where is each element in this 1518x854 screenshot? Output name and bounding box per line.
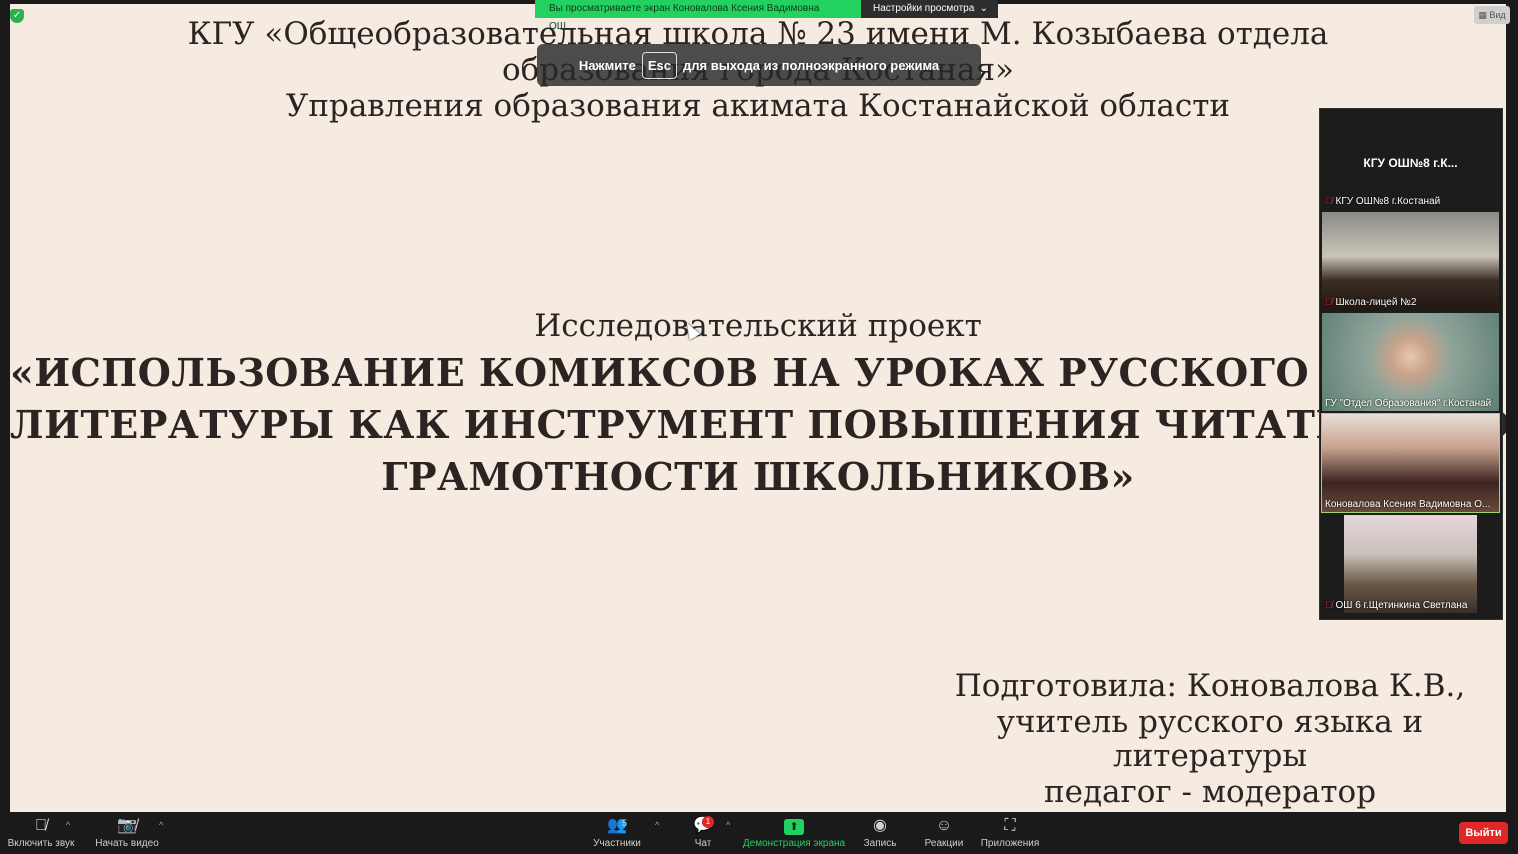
- participant-tile[interactable]: ГУ "Отдел Образования" г.Костанай: [1322, 313, 1499, 411]
- project-title-line-1: «ИСПОЛЬЗОВАНИЕ КОМИКСОВ НА УРОКАХ РУССКО…: [10, 350, 1506, 395]
- record-label: Запись: [863, 838, 897, 849]
- reactions-button[interactable]: ☺ Реакции: [920, 816, 968, 850]
- apps-button[interactable]: ⛶ Приложения: [978, 816, 1042, 850]
- audio-options-caret-icon[interactable]: ^: [66, 820, 70, 830]
- record-button[interactable]: ◉ Запись: [860, 816, 900, 850]
- share-screen-label: Демонстрация экрана: [742, 838, 846, 849]
- participant-name: Коновалова Ксения Вадимовна О...: [1325, 499, 1491, 510]
- apps-icon: ⛶: [1004, 817, 1016, 834]
- esc-key: Esc: [641, 51, 677, 79]
- participants-button[interactable]: 👥 5 Участники: [588, 816, 646, 850]
- video-off-icon: 📷̸: [117, 817, 137, 834]
- view-settings-button[interactable]: Настройки просмотра ⌄: [861, 0, 998, 18]
- org-line-3: Управления образования акимата Костанайс…: [285, 88, 1231, 124]
- start-video-button[interactable]: 📷̸ Начать видео: [92, 816, 162, 850]
- chevron-down-icon: ⌄: [979, 3, 988, 14]
- author-line-2: учитель русского языка и: [996, 704, 1424, 740]
- mic-muted-icon: 🎙̸: [1325, 196, 1333, 207]
- project-title-line-2: ЛИТЕРАТУРЫ КАК ИНСТРУМЕНТ ПОВЫШЕНИЯ ЧИТА…: [10, 402, 1506, 447]
- participants-options-caret-icon[interactable]: ^: [655, 820, 659, 830]
- participant-video: [1344, 515, 1477, 613]
- participant-name: ГУ "Отдел Образования" г.Костанай: [1325, 398, 1492, 409]
- author-line-1: Подготовила: Коновалова К.В.,: [954, 668, 1466, 704]
- hint-after: для выхода из полноэкранного режима: [683, 57, 940, 73]
- participant-tile[interactable]: 🎙̸ Школа-лицей №2: [1322, 212, 1499, 310]
- author-line-4: педагог - модератор: [1043, 774, 1377, 810]
- viewing-banner: Вы просматриваете экран Коновалова Ксени…: [535, 0, 998, 32]
- grid-icon: ▦: [1478, 10, 1487, 20]
- view-label: Вид: [1489, 10, 1506, 20]
- participants-icon: 👥: [607, 817, 627, 834]
- start-video-label: Начать видео: [95, 838, 159, 849]
- participant-tile-active-speaker[interactable]: Коновалова Ксения Вадимовна О...: [1321, 413, 1500, 513]
- participant-name-large: КГУ ОШ№8 г.К...: [1363, 156, 1458, 170]
- hint-before: Нажмите: [578, 57, 636, 73]
- participant-tile[interactable]: КГУ ОШ№8 г.К... 🎙̸ КГУ ОШ№8 г.Костанай: [1322, 111, 1499, 209]
- project-type: Исследовательский проект: [534, 308, 982, 344]
- meeting-toolbar: 🎙̸ Включить звук ^ 📷̸ Начать видео ^ 👥 5…: [0, 812, 1518, 854]
- view-settings-label: Настройки просмотра: [873, 3, 975, 14]
- mic-muted-icon: 🎙̸: [1325, 297, 1333, 308]
- view-button[interactable]: ▦ Вид: [1474, 6, 1510, 24]
- participant-tile[interactable]: 🎙̸ ОШ 6 г.Щетинкина Светлана: [1322, 515, 1499, 613]
- project-title-line-3: ГРАМОТНОСТИ ШКОЛЬНИКОВ»: [381, 454, 1135, 499]
- author-line-3: литературы: [1112, 738, 1308, 774]
- apps-label: Приложения: [980, 838, 1040, 849]
- participant-name: КГУ ОШ№8 г.Костанай: [1335, 196, 1441, 207]
- participant-name: ОШ 6 г.Щетинкина Светлана: [1335, 600, 1468, 611]
- participants-count: 5: [622, 818, 628, 828]
- chat-button[interactable]: 💬 1 Чат: [688, 816, 718, 850]
- leave-meeting-button[interactable]: Выйти: [1459, 822, 1508, 844]
- video-options-caret-icon[interactable]: ^: [159, 820, 163, 830]
- participants-label: Участники: [593, 838, 641, 849]
- unmute-label: Включить звук: [7, 838, 75, 849]
- encryption-shield-icon[interactable]: ✓: [10, 9, 24, 23]
- participant-name: Школа-лицей №2: [1335, 297, 1417, 308]
- chat-options-caret-icon[interactable]: ^: [726, 820, 730, 830]
- chat-label: Чат: [694, 838, 712, 849]
- record-icon: ◉: [873, 817, 887, 834]
- shared-screen-slide: КГУ «Общеобразовательная школа № 23 имен…: [10, 4, 1506, 812]
- reactions-label: Реакции: [924, 838, 964, 849]
- fullscreen-exit-hint: Нажмите Esc для выхода из полноэкранного…: [537, 44, 981, 86]
- share-screen-button[interactable]: ⬆ Демонстрация экрана: [742, 816, 846, 850]
- participant-gallery[interactable]: КГУ ОШ№8 г.К... 🎙̸ КГУ ОШ№8 г.Костанай 🎙̸…: [1319, 108, 1503, 620]
- viewing-screen-text: Вы просматриваете экран Коновалова Ксени…: [535, 0, 861, 32]
- reactions-icon: ☺: [935, 817, 953, 834]
- chat-unread-badge: 1: [702, 816, 714, 828]
- mic-muted-icon: 🎙̸: [1325, 600, 1333, 611]
- share-screen-icon: ⬆: [784, 819, 804, 835]
